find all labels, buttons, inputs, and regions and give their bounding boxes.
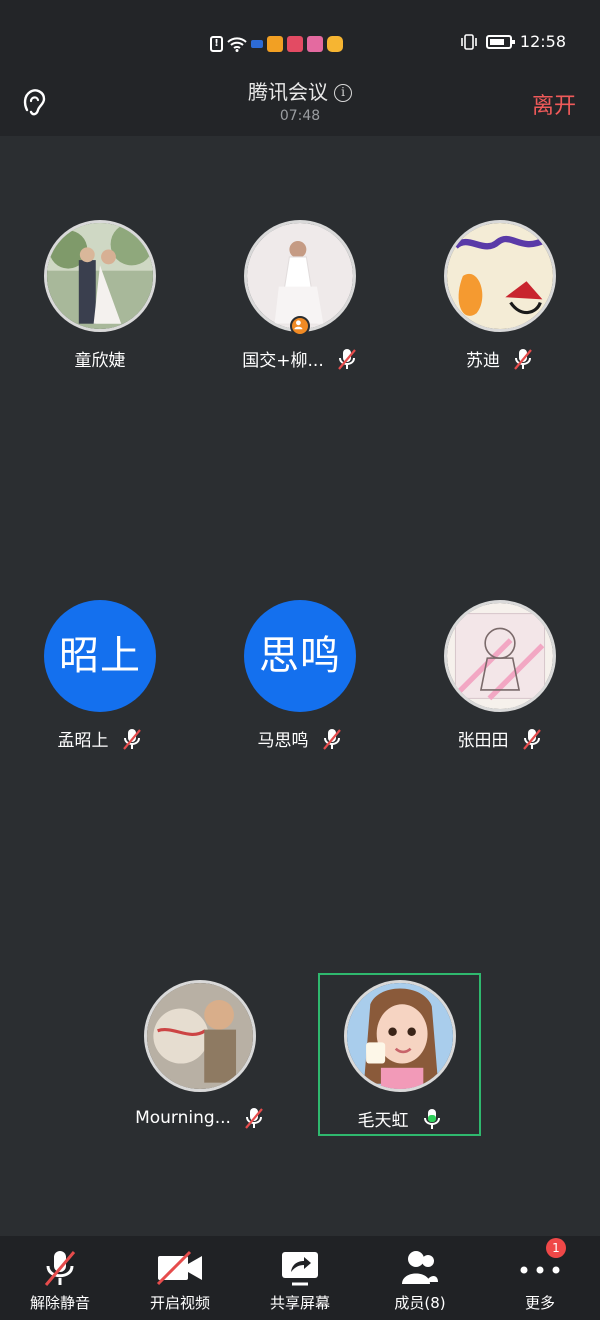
start-video-label: 开启视频 <box>149 1294 210 1312</box>
participant-name: 马思鸣 <box>257 731 309 751</box>
share-screen-label: 共享屏幕 <box>269 1294 330 1312</box>
mic-muted-icon <box>514 348 532 370</box>
participant-label: 张田田 <box>420 726 580 751</box>
participant-label: 马思鸣 <box>220 726 380 751</box>
meeting-header: 腾讯会议 i 07:48 离开 <box>0 80 600 136</box>
participant-tile[interactable]: 苏迪 <box>420 220 580 380</box>
bottom-toolbar: 解除静音 开启视频 共享屏幕 成员(8) 更多 <box>0 1236 600 1320</box>
participant-label: 苏迪 <box>420 346 580 371</box>
avatar: 昭上 <box>44 600 156 712</box>
notification-badge: 1 <box>546 1238 566 1258</box>
participant-tile[interactable]: 张田田 <box>420 600 580 760</box>
more-label: 更多 <box>524 1294 555 1312</box>
mic-muted-icon <box>44 1251 76 1286</box>
wifi-icon <box>227 37 247 52</box>
app-icon-1 <box>251 40 263 48</box>
meeting-title: 腾讯会议 <box>248 80 328 104</box>
share-screen-icon <box>282 1252 318 1286</box>
participant-name: 张田田 <box>457 731 509 751</box>
start-video-button[interactable]: 开启视频 <box>120 1236 240 1320</box>
participant-name: 苏迪 <box>466 351 500 371</box>
participant-label: 童欣婕 <box>20 346 180 371</box>
battery-icon <box>485 34 515 49</box>
participant-tile[interactable]: Mourning... <box>120 980 280 1140</box>
host-icon <box>290 316 310 336</box>
participant-tile[interactable]: 国交+柳... <box>220 220 380 380</box>
meeting-title-row: 腾讯会议 i <box>0 80 600 104</box>
participant-tile[interactable]: 童欣婕 <box>20 220 180 380</box>
participant-label: Mourning... <box>120 1106 280 1130</box>
participant-tile[interactable]: 思鸣 马思鸣 <box>220 600 380 760</box>
avatar <box>44 220 156 332</box>
app-icon-5 <box>327 36 343 52</box>
mic-muted-icon <box>122 728 141 750</box>
vibrate-icon <box>461 33 477 50</box>
participant-tile[interactable]: 昭上 孟昭上 <box>20 600 180 760</box>
share-screen-button[interactable]: 共享屏幕 <box>240 1236 360 1320</box>
sim-alert-icon: ! <box>210 36 223 52</box>
unmute-button[interactable]: 解除静音 <box>0 1236 120 1320</box>
participant-label: 毛天虹 <box>320 1106 480 1131</box>
members-button[interactable]: 成员(8) <box>360 1236 480 1320</box>
participant-name: 童欣婕 <box>74 351 126 371</box>
participant-name: 国交+柳... <box>242 351 324 371</box>
mic-active-icon <box>423 1108 440 1129</box>
avatar: 思鸣 <box>244 600 356 712</box>
mic-muted-icon <box>337 348 356 370</box>
video-off-icon <box>156 1250 202 1286</box>
app-icon-4 <box>307 36 323 52</box>
status-icons: ! <box>210 34 343 54</box>
avatar <box>144 980 256 1092</box>
participant-tile-active[interactable]: 毛天虹 <box>320 980 480 1140</box>
mic-muted-icon <box>522 728 541 750</box>
participant-label: 孟昭上 <box>20 726 180 751</box>
status-right: 12:58 <box>460 32 566 51</box>
info-icon[interactable]: i <box>334 84 352 102</box>
avatar <box>444 220 556 332</box>
app-icon-3 <box>287 36 303 52</box>
more-button[interactable]: 更多 <box>480 1236 600 1320</box>
leave-button[interactable]: 离开 <box>532 88 576 120</box>
participant-name: 孟昭上 <box>57 731 109 751</box>
participant-name: 毛天虹 <box>357 1111 409 1131</box>
participant-name: Mourning... <box>135 1108 231 1128</box>
avatar <box>344 980 456 1092</box>
mic-muted-icon <box>245 1108 263 1129</box>
meeting-duration: 07:48 <box>279 108 321 124</box>
mic-muted-icon <box>322 728 341 750</box>
unmute-label: 解除静音 <box>29 1294 90 1312</box>
avatar <box>444 600 556 712</box>
app-icon-2 <box>267 36 283 52</box>
members-icon <box>402 1251 438 1284</box>
participant-label: 国交+柳... <box>220 346 380 371</box>
status-bar: ! 12:58 <box>0 0 600 80</box>
clock: 12:58 <box>519 32 566 51</box>
members-label: 成员(8) <box>394 1294 446 1312</box>
